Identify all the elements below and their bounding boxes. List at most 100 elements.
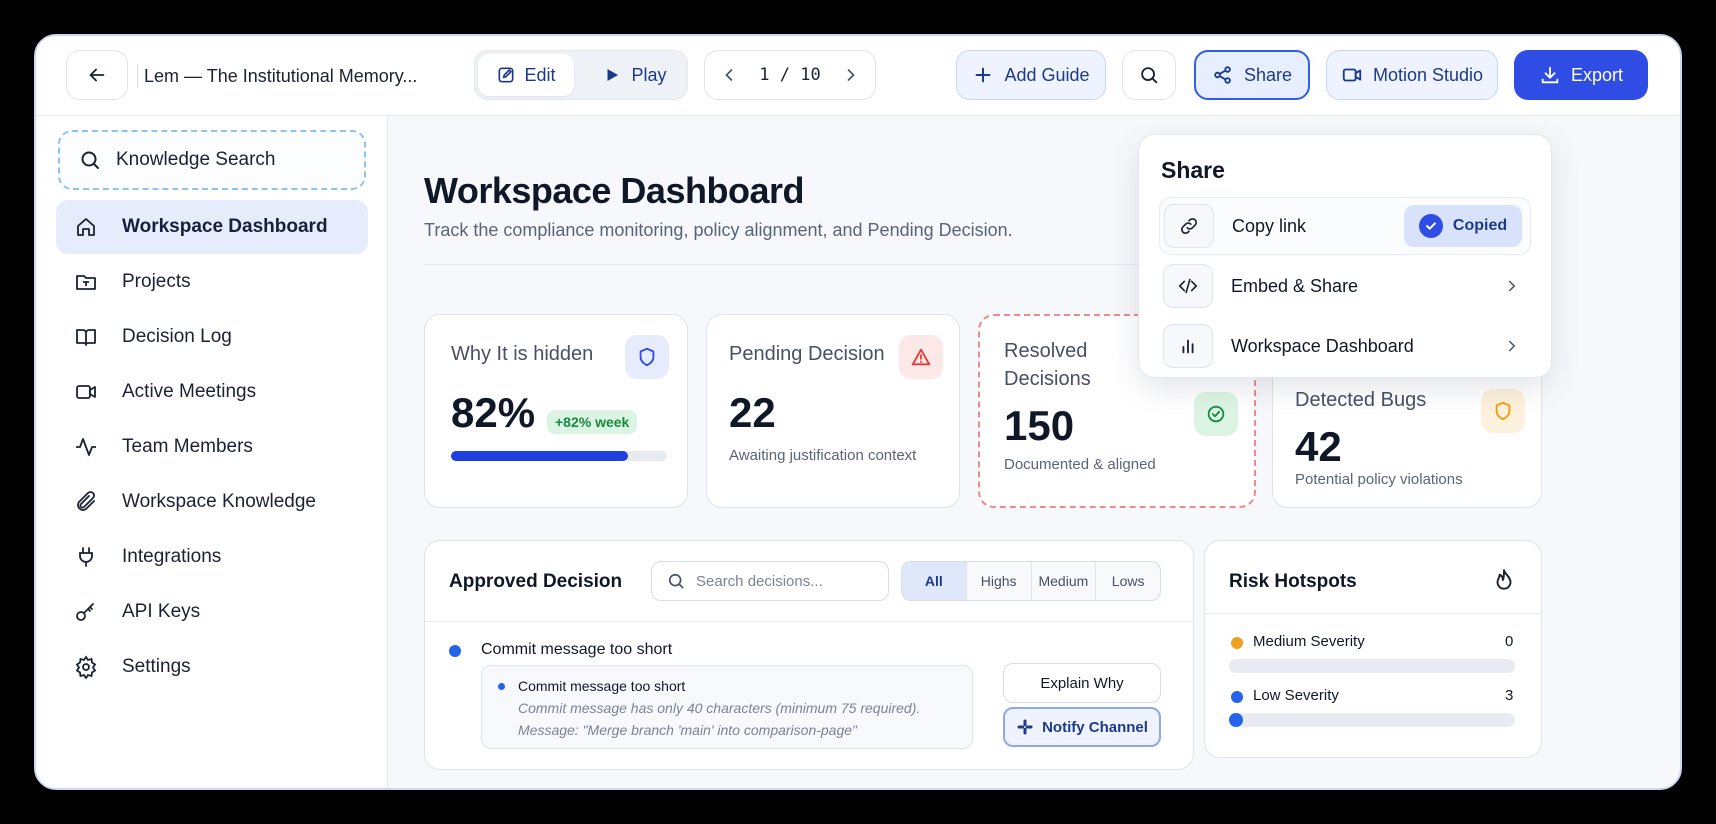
knowledge-search-button[interactable]: Knowledge Search (58, 130, 366, 190)
severity-bar (1229, 713, 1515, 727)
filter-highs[interactable]: Highs (965, 562, 1031, 600)
sidebar-item-integrations[interactable]: Integrations (56, 530, 368, 584)
sidebar-item-label: Projects (122, 271, 191, 292)
shield-warning-icon (1481, 389, 1525, 433)
sidebar-item-label: Workspace Dashboard (122, 216, 328, 237)
card-value: 22 (729, 389, 776, 436)
download-icon (1541, 66, 1559, 84)
edit-label: Edit (524, 64, 556, 85)
motion-studio-label: Motion Studio (1372, 64, 1484, 85)
sidebar-item-api-keys[interactable]: API Keys (56, 585, 368, 639)
chevron-right-icon (1509, 280, 1516, 292)
workspace-dashboard-label: Workspace Dashboard (1231, 335, 1414, 356)
sidebar: Knowledge Search Workspace Dashboard Pro… (36, 116, 388, 788)
decision-search-input[interactable]: Search decisions... (651, 561, 889, 601)
filter-medium[interactable]: Medium (1030, 562, 1096, 600)
panel-divider (425, 621, 1193, 622)
search-icon (668, 573, 684, 589)
sidebar-item-workspace-knowledge[interactable]: Workspace Knowledge (56, 475, 368, 529)
filter-lows[interactable]: Lows (1095, 562, 1160, 600)
chevron-left-icon[interactable] (719, 65, 739, 85)
notify-channel-button[interactable]: Notify Channel (1003, 707, 1161, 747)
sidebar-item-label: API Keys (122, 601, 201, 622)
knowledge-search-label: Knowledge Search (116, 149, 276, 170)
decision-search-placeholder: Search decisions... (696, 572, 823, 590)
trend-chip: +82% week (547, 410, 638, 434)
sidebar-item-projects[interactable]: Projects (56, 255, 368, 309)
motion-studio-button[interactable]: Motion Studio (1326, 50, 1498, 100)
severity-bar-fill (1229, 713, 1243, 727)
sidebar-item-team-members[interactable]: Team Members (56, 420, 368, 474)
copied-label: Copied (1452, 217, 1508, 234)
sidebar-item-workspace-dashboard[interactable]: Workspace Dashboard (56, 200, 368, 254)
detail-title: Commit message too short (518, 678, 686, 694)
flame-icon (1496, 569, 1512, 590)
card-subtext: Documented & aligned (1004, 456, 1156, 473)
severity-count: 3 (1505, 687, 1514, 704)
sidebar-item-settings[interactable]: Settings (56, 640, 368, 694)
copy-link-label: Copy link (1232, 215, 1307, 236)
mode-toggle: Edit Play (474, 50, 688, 100)
video-camera-icon (1342, 68, 1362, 82)
card-title: Detected Bugs (1295, 389, 1427, 411)
shield-icon (625, 335, 669, 379)
risk-hotspots-panel: Risk Hotspots Medium Severity 0 Low Seve… (1204, 540, 1542, 758)
edit-icon (498, 67, 514, 83)
sidebar-item-label: Team Members (122, 436, 253, 457)
card-title: Pending Decision (729, 343, 885, 365)
sidebar-item-active-meetings[interactable]: Active Meetings (56, 365, 368, 419)
share-button[interactable]: Share (1194, 50, 1310, 100)
check-circle-icon (1194, 392, 1238, 436)
share-icon (1214, 66, 1231, 84)
sidebar-item-decision-log[interactable]: Decision Log (56, 310, 368, 364)
filter-all[interactable]: All (902, 562, 966, 600)
stat-card-why-hidden[interactable]: Why It is hidden 82% +82% week (424, 314, 688, 508)
copy-link-row[interactable]: Copy link Copied (1159, 197, 1531, 255)
stat-card-pending-decision[interactable]: Pending Decision 22 Awaiting justificati… (706, 314, 960, 508)
search-button[interactable] (1122, 50, 1176, 100)
decision-detail: Commit message too short Commit message … (481, 665, 973, 749)
low-severity-dot (1231, 691, 1243, 703)
plus-icon (976, 67, 991, 83)
slack-icon (1017, 719, 1033, 735)
key-icon (76, 603, 94, 621)
app-window: Lem — The Institutional Memory... Edit P… (34, 34, 1682, 790)
play-mode-button[interactable]: Play (585, 54, 685, 96)
back-button[interactable] (66, 50, 128, 100)
sidebar-item-label: Settings (122, 656, 191, 677)
embed-share-label: Embed & Share (1231, 275, 1359, 296)
workspace-dashboard-row[interactable]: Workspace Dashboard (1159, 317, 1531, 375)
sidebar-item-label: Workspace Knowledge (122, 491, 316, 512)
embed-share-row[interactable]: Embed & Share (1159, 257, 1531, 315)
arrow-left-icon (89, 68, 105, 82)
edit-mode-button[interactable]: Edit (478, 54, 574, 96)
copied-badge: Copied (1404, 205, 1522, 247)
chevron-right-icon[interactable] (841, 65, 861, 85)
bar-chart-icon (1163, 324, 1213, 368)
panel-title: Risk Hotspots (1229, 571, 1357, 592)
panel-title: Approved Decision (449, 571, 623, 592)
detail-dot (498, 683, 505, 690)
add-guide-button[interactable]: Add Guide (956, 50, 1106, 100)
search-icon (1141, 67, 1158, 84)
card-subtext: Awaiting justification context (729, 447, 917, 464)
sidebar-item-label: Decision Log (122, 326, 232, 347)
page-subtitle: Track the compliance monitoring, policy … (424, 220, 1013, 240)
plug-icon (79, 547, 93, 567)
top-bar: Lem — The Institutional Memory... Edit P… (36, 36, 1680, 116)
card-title-line1: Resolved (1004, 340, 1088, 362)
card-value: 82% (451, 389, 536, 436)
detail-line: Commit message has only 40 characters (m… (518, 700, 921, 716)
chevron-right-icon (1509, 340, 1516, 352)
card-value: 150 (1004, 402, 1075, 449)
severity-count: 0 (1505, 633, 1514, 650)
page-title: Workspace Dashboard (424, 170, 804, 211)
sidebar-nav: Workspace Dashboard Projects Decision Lo… (56, 200, 368, 695)
header-divider (424, 264, 1184, 265)
export-button[interactable]: Export (1514, 50, 1648, 100)
book-icon (76, 329, 96, 346)
explain-why-button[interactable]: Explain Why (1003, 663, 1161, 703)
add-guide-label: Add Guide (1004, 64, 1090, 85)
link-icon (1164, 204, 1214, 248)
folder-icon (76, 275, 96, 290)
